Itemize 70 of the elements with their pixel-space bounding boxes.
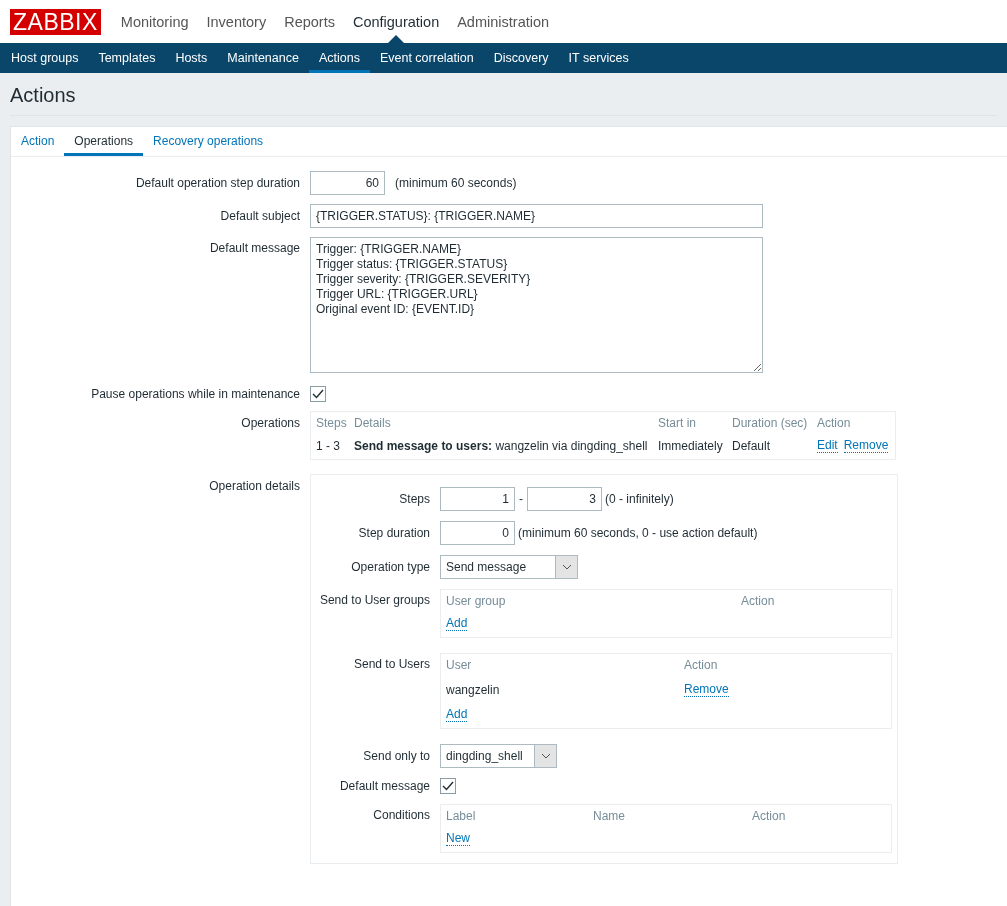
remove-link[interactable]: Remove	[684, 682, 729, 697]
step-duration-field[interactable]: 60	[310, 171, 385, 195]
field-label: Default operation step duration	[134, 176, 300, 190]
main-menu-item[interactable]: Reports	[275, 0, 344, 43]
field-label: Operation details	[208, 478, 300, 493]
field-label: Send to Users	[352, 656, 430, 671]
action-link[interactable]: Edit	[817, 438, 838, 453]
logo[interactable]: ZABBIX	[10, 8, 101, 35]
steps-from-field[interactable]: 1	[440, 487, 515, 511]
field-label: Steps	[398, 492, 430, 506]
field-label: Default subject	[219, 209, 300, 223]
field-label: Pause operations while in maintenance	[90, 387, 300, 401]
main-menu-item[interactable]: Monitoring	[111, 0, 198, 43]
steps-to-field[interactable]: 3	[527, 487, 602, 511]
field-label: Conditions	[372, 807, 430, 822]
table-cell-text: wangzelin	[446, 682, 501, 697]
column-header: Action	[741, 594, 776, 608]
column-header: Action	[752, 809, 787, 823]
table-cell-text: Send message to users: wangzelin via dingding_shell	[354, 438, 649, 453]
checkbox[interactable]	[310, 386, 326, 402]
sub-menu-item[interactable]: Actions	[308, 43, 370, 73]
message-field[interactable]: Trigger: {TRIGGER.NAME} Trigger status: {TRIGGER.STATUS} Trigger severity: {TRIGGER.SEVERITY} Trigger URL: {TRIGGER.URL} Original event ID: {EVENT.ID}	[310, 237, 763, 373]
form-tab[interactable]: Recovery operations	[143, 127, 274, 156]
add-link[interactable]: Add	[446, 707, 468, 722]
table-cell-text: 1 - 3	[316, 438, 341, 453]
column-header: Duration (sec)	[732, 416, 809, 430]
column-header: Label	[446, 809, 477, 823]
field-label: Operations	[240, 415, 300, 430]
sub-menu-item[interactable]: Templates	[88, 43, 166, 73]
field-label: Step duration	[357, 526, 430, 540]
select-field[interactable]: dingding_shell	[440, 744, 557, 768]
column-header: User group	[446, 594, 507, 608]
column-header: Steps	[316, 416, 348, 430]
field-label: Default message	[208, 240, 300, 255]
table-cell-text: Default	[732, 438, 772, 453]
new-link[interactable]: New	[446, 831, 470, 846]
form-tab[interactable]: Action	[11, 127, 65, 156]
field-label: Send to User groups	[318, 592, 430, 607]
main-menu-item[interactable]: Administration	[448, 0, 559, 43]
sub-menu-item[interactable]: Host groups	[1, 43, 89, 73]
column-header: Details	[354, 416, 392, 430]
hint-text: (0 - infinitely)	[605, 492, 674, 506]
sub-menu-item[interactable]: IT services	[558, 43, 639, 73]
subject-field[interactable]: {TRIGGER.STATUS}: {TRIGGER.NAME}	[310, 204, 763, 228]
chevron-down-icon	[540, 753, 551, 759]
chevron-down-icon	[561, 564, 572, 570]
hint-text: (minimum 60 seconds)	[395, 176, 517, 190]
sub-menu-item[interactable]: Maintenance	[217, 43, 309, 73]
column-header: Action	[817, 416, 852, 430]
step-duration-field[interactable]: 0	[440, 521, 515, 545]
column-header: Start in	[658, 416, 697, 430]
column-header: Action	[684, 658, 719, 672]
column-header: User	[446, 658, 473, 672]
action-link[interactable]: Remove	[843, 438, 889, 453]
separator-text: -	[519, 492, 523, 506]
checkbox[interactable]	[440, 778, 456, 794]
page-title: Actions	[10, 73, 997, 116]
select-field[interactable]: Send message	[440, 555, 578, 579]
main-menu-item[interactable]: Inventory	[197, 0, 276, 43]
table-cell-text: Immediately	[658, 438, 724, 453]
column-header: Name	[593, 809, 626, 823]
add-link[interactable]: Add	[446, 616, 468, 631]
sub-menu-item[interactable]: Hosts	[165, 43, 218, 73]
form-tab[interactable]: Operations	[64, 127, 144, 156]
sub-menu-item[interactable]: Discovery	[483, 43, 559, 73]
field-label: Default message	[338, 779, 430, 793]
hint-text: (minimum 60 seconds, 0 - use action default)	[518, 526, 758, 540]
sub-menu-item[interactable]: Event correlation	[369, 43, 484, 73]
field-label: Send only to	[362, 749, 430, 763]
field-label: Operation type	[350, 560, 430, 574]
